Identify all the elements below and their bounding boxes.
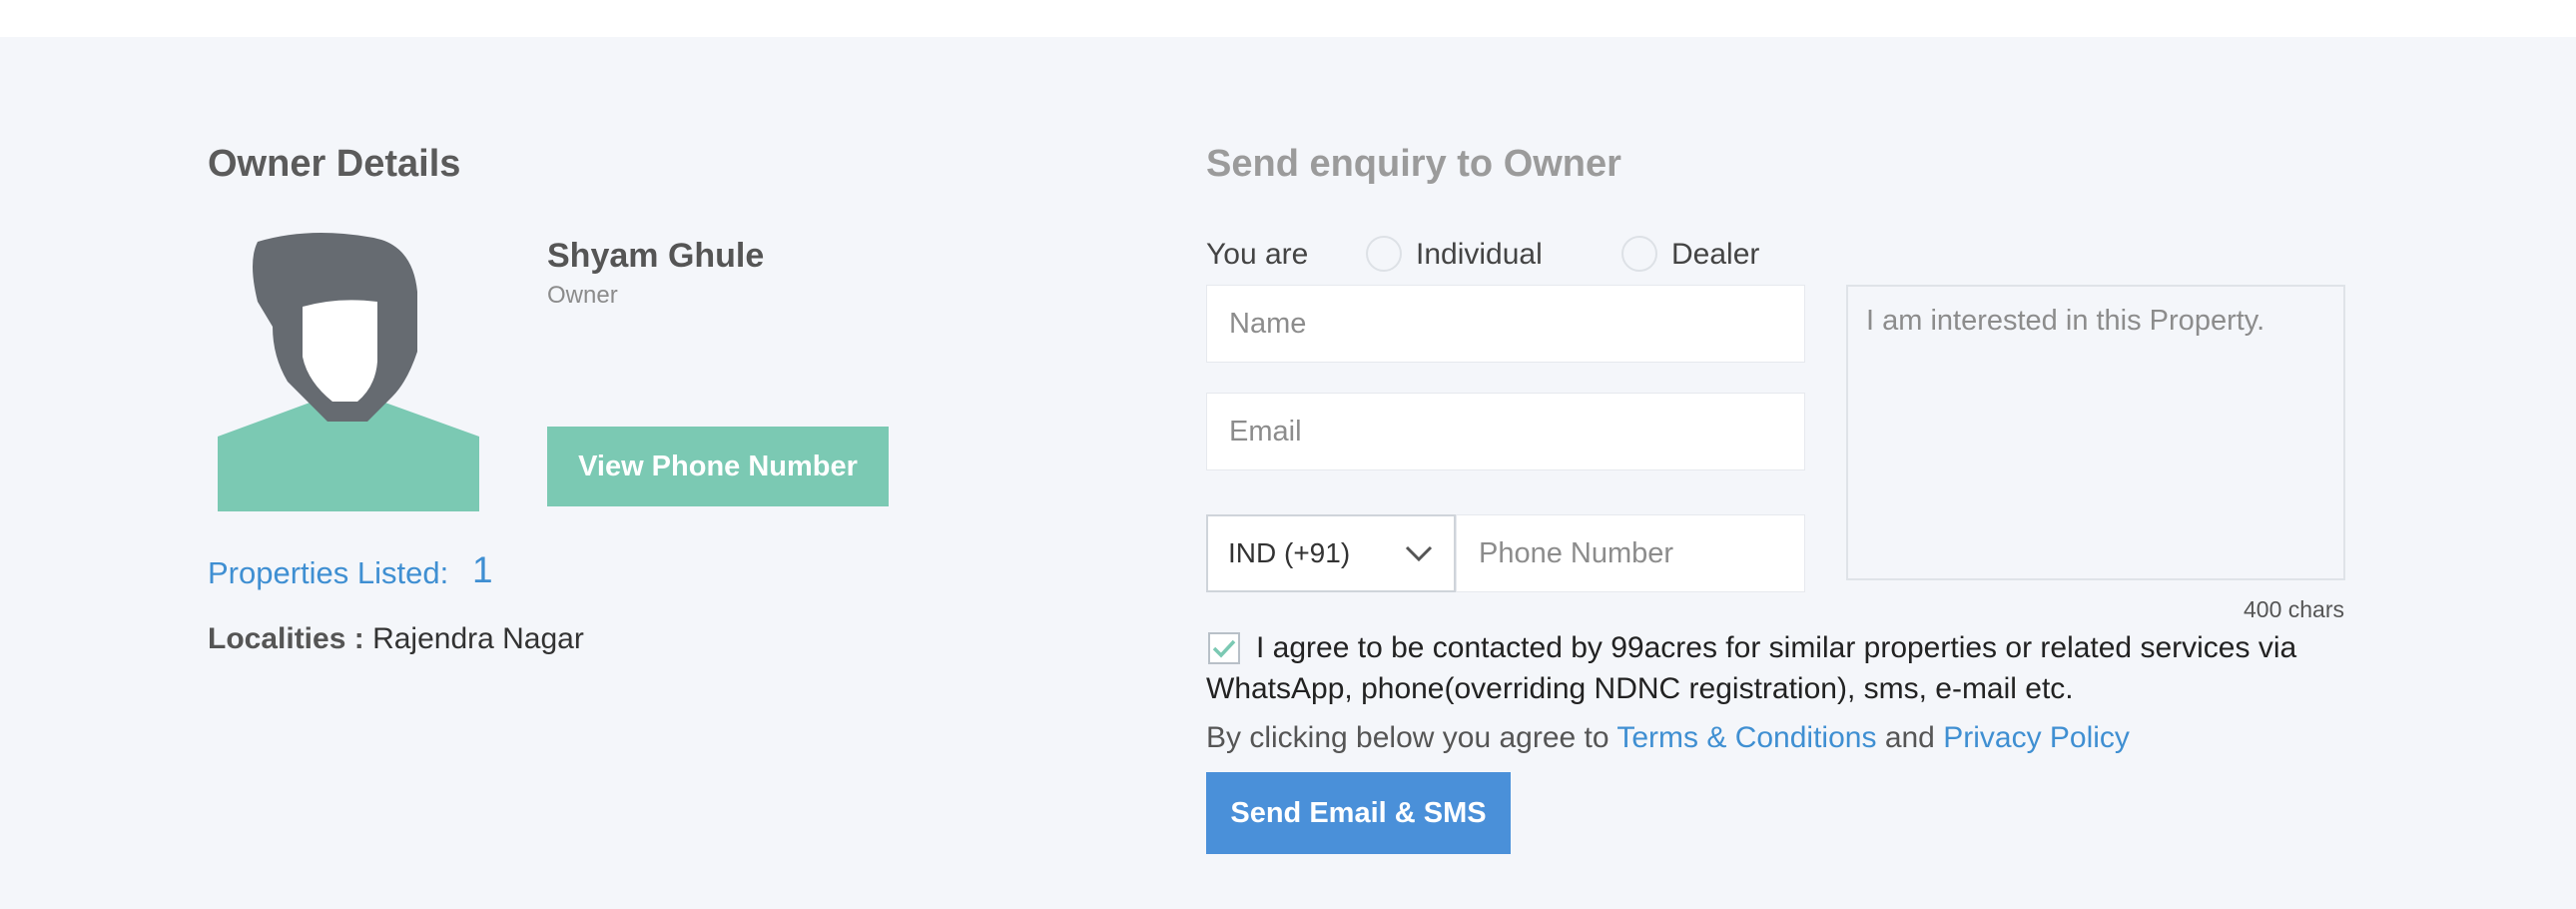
consent-checkbox[interactable] — [1208, 632, 1240, 664]
email-input[interactable] — [1206, 393, 1805, 470]
properties-listed-count[interactable]: 1 — [472, 549, 493, 591]
top-bar — [0, 0, 2576, 37]
country-code-value: IND (+91) — [1228, 537, 1351, 568]
dealer-radio[interactable] — [1621, 236, 1657, 272]
dealer-radio-label[interactable]: Dealer — [1671, 238, 1759, 272]
owner-avatar-icon — [218, 233, 479, 511]
view-phone-number-button[interactable]: View Phone Number — [547, 427, 889, 506]
message-textarea[interactable] — [1846, 285, 2345, 580]
chevron-down-icon — [1405, 545, 1433, 562]
localities: Localities : Rajendra Nagar — [208, 622, 584, 656]
owner-name: Shyam Ghule — [547, 237, 765, 275]
consent-text: I agree to be contacted by 99acres for s… — [1206, 631, 2297, 705]
localities-value: Rajendra Nagar — [372, 622, 584, 655]
owner-role: Owner — [547, 282, 618, 309]
enquiry-title: Send enquiry to Owner — [1206, 143, 1621, 185]
terms-prefix: By clicking below you agree to — [1206, 721, 1610, 754]
terms-line: By clicking below you agree to Terms & C… — [1206, 721, 2130, 755]
terms-conditions-link[interactable]: Terms & Conditions — [1616, 721, 1876, 754]
name-input[interactable] — [1206, 285, 1805, 363]
country-code-select[interactable]: IND (+91) — [1206, 514, 1456, 592]
chars-remaining: 400 chars — [2244, 596, 2345, 622]
individual-radio[interactable] — [1366, 236, 1402, 272]
properties-listed-label: Properties Listed: — [208, 555, 449, 590]
phone-number-input[interactable] — [1456, 514, 1805, 592]
privacy-policy-link[interactable]: Privacy Policy — [1943, 721, 2130, 754]
send-email-sms-button[interactable]: Send Email & SMS — [1206, 772, 1511, 854]
localities-label: Localities : — [208, 622, 364, 655]
you-are-label: You are — [1206, 238, 1309, 271]
terms-and: and — [1884, 721, 1935, 754]
owner-details-title: Owner Details — [208, 143, 461, 185]
individual-radio-label[interactable]: Individual — [1416, 238, 1543, 272]
checkmark-icon — [1212, 639, 1236, 658]
